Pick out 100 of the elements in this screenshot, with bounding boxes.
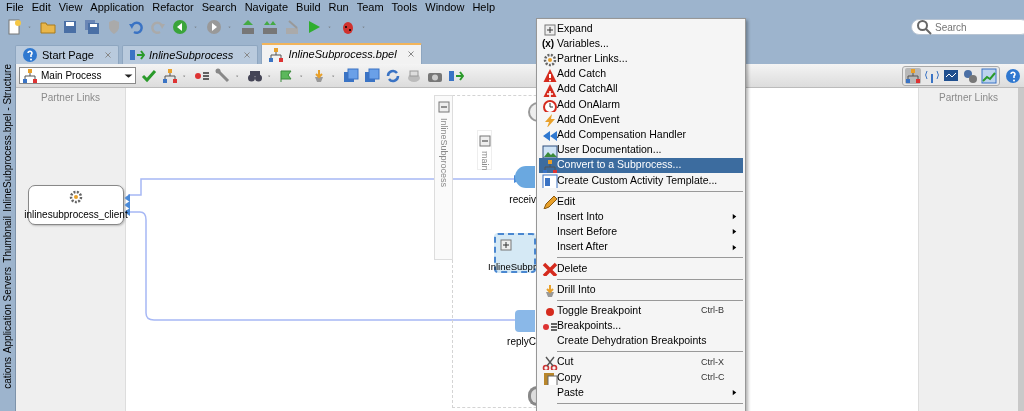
collapse-icon[interactable] [476, 133, 493, 149]
menu-item[interactable]: User Documentation... [539, 142, 743, 158]
menu-item[interactable]: Edit [28, 0, 56, 15]
menu-item[interactable]: Breakpoints... [539, 318, 743, 334]
warning-icon [541, 67, 555, 81]
side-tab[interactable]: InlineSubprocess.bpel - Structure [1, 64, 14, 212]
side-tab[interactable]: Application Servers [1, 266, 14, 353]
gears-icon[interactable] [962, 67, 978, 84]
menu-item[interactable]: Navigate [241, 0, 294, 15]
scissors-icon [541, 355, 555, 369]
menu-item[interactable]: Insert After [539, 239, 743, 255]
deploy-icon[interactable] [262, 19, 278, 35]
menu-item[interactable]: Add CatchAll [539, 81, 743, 97]
search-field[interactable]: Search [935, 19, 1015, 35]
expand-icon[interactable] [498, 237, 514, 253]
menu-item[interactable]: Add OnAlarm [539, 96, 743, 113]
expand-icon [541, 22, 555, 36]
caret-icon [124, 71, 133, 80]
side-tab[interactable]: cations [1, 356, 14, 389]
help-icon[interactable] [1005, 67, 1021, 84]
menu-item[interactable]: Convert to a Subprocess... [539, 157, 743, 173]
scope-label: InlineSubprocess [438, 118, 451, 188]
activity-label: replyC [506, 335, 536, 349]
gear-icon [541, 52, 555, 66]
save-all-icon[interactable] [84, 19, 100, 35]
menu-item[interactable]: View [55, 0, 88, 15]
menu-item[interactable]: Refactor [149, 0, 199, 15]
refresh-icon[interactable] [385, 67, 401, 84]
menu-item[interactable]: Insert Into [539, 209, 743, 225]
menu-item[interactable]: Help [469, 0, 501, 15]
menu-item[interactable]: Run [325, 0, 354, 15]
menu-item[interactable]: Expand [539, 21, 743, 37]
menu-item[interactable]: Create Dehydration Breakpoints [539, 333, 743, 349]
process-tree-icon [22, 67, 38, 84]
template-icon [541, 173, 555, 187]
menu-item[interactable]: Drill Into [539, 282, 743, 298]
bug-icon[interactable] [340, 19, 356, 35]
new-file-icon[interactable] [6, 19, 22, 35]
wrench-icon[interactable] [215, 67, 231, 84]
menu-item[interactable]: Edit [539, 194, 743, 210]
diagram-icon [129, 47, 145, 63]
editor-tab[interactable]: Start Page [15, 45, 119, 64]
alarm-clock-icon [541, 98, 555, 112]
menu-item[interactable]: Add OnEvent [539, 112, 743, 128]
menu-item[interactable]: Cut Ctrl-X [539, 354, 743, 370]
search-box[interactable]: Search [911, 19, 1024, 35]
sequence-label: main [479, 151, 492, 171]
warning-icon [541, 82, 555, 96]
delete-icon [541, 261, 555, 275]
menu-item[interactable]: Create Custom Activity Template... [539, 172, 743, 189]
activity-label: receiv [508, 193, 536, 207]
rewind-icon [541, 128, 555, 142]
menu-item[interactable]: Window [422, 0, 470, 15]
menu-item[interactable]: Add Catch [539, 66, 743, 82]
expand-icon[interactable] [343, 67, 359, 84]
process-tree-icon[interactable] [905, 67, 921, 84]
back-icon[interactable] [172, 19, 188, 35]
gear-icon [68, 188, 84, 205]
menu-item[interactable]: (x) Variables... [539, 36, 743, 52]
menu-item[interactable]: Add Compensation Handler [539, 127, 743, 143]
pencil-icon [541, 195, 555, 209]
menu-item[interactable]: Build [293, 0, 326, 15]
menu-item[interactable]: Partner Links... [539, 51, 743, 67]
panel-title: Partner Links [40, 91, 101, 105]
clipboard-icon [541, 371, 555, 385]
chart-icon[interactable] [981, 67, 997, 84]
menu-item[interactable]: File [3, 0, 29, 15]
collapse-icon[interactable] [435, 99, 452, 115]
menu-item[interactable]: Toggle Breakpoint Ctrl-B [539, 303, 743, 319]
menu-item[interactable]: Paste [539, 385, 743, 401]
scrollbar[interactable] [1018, 88, 1024, 411]
process-dropdown[interactable]: Main Process [19, 67, 136, 84]
side-tab[interactable]: Thumbnail [1, 215, 14, 263]
menu-item[interactable]: Copy Ctrl-C [539, 369, 743, 386]
forward-icon[interactable] [206, 19, 222, 35]
menu-item[interactable]: Team [353, 0, 389, 15]
flag-icon[interactable] [279, 67, 295, 84]
validate-icon[interactable] [141, 67, 157, 84]
collapse-icon[interactable] [364, 67, 380, 84]
picture-icon [541, 143, 555, 157]
menu-item[interactable]: Delete [539, 260, 743, 276]
menu-item[interactable]: Application [87, 0, 150, 15]
variable-icon: (x) [541, 36, 555, 52]
monitor-icon[interactable] [943, 67, 959, 84]
menu-item[interactable]: Tools [388, 0, 423, 15]
undo-icon[interactable] [128, 19, 144, 35]
help-icon [22, 47, 38, 63]
search-icon[interactable] [916, 19, 932, 35]
receive-activity-icon[interactable] [515, 166, 535, 188]
menu-item[interactable]: Insert Before [539, 224, 743, 240]
save-icon[interactable] [62, 19, 78, 35]
process-tree-icon[interactable] [162, 67, 178, 84]
folder-icon[interactable] [40, 19, 56, 35]
panel-title: Partner Links [938, 91, 999, 105]
hierarchy-icon [541, 158, 555, 172]
process-tree-icon [268, 46, 285, 63]
build-icon[interactable] [240, 19, 256, 35]
editor-tab[interactable]: InlineSubprocess.bpel [261, 43, 422, 64]
menu-item[interactable]: Search [198, 0, 242, 15]
editor-tab[interactable]: InlineSubprocess [122, 45, 259, 64]
